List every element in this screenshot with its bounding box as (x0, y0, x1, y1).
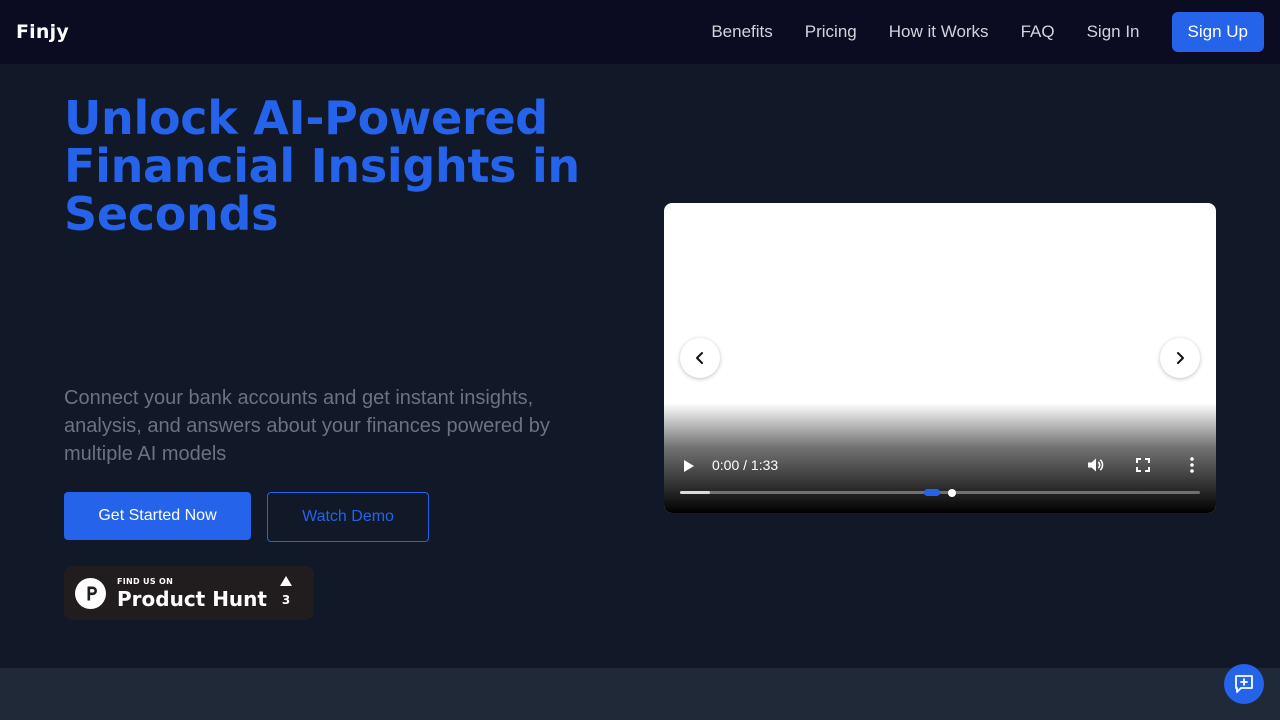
fullscreen-icon[interactable] (1135, 457, 1151, 473)
product-hunt-badge[interactable]: FIND US ON Product Hunt 3 (64, 566, 314, 620)
product-hunt-logo-icon (75, 577, 106, 609)
hero-subtitle: Connect your bank accounts and get insta… (64, 387, 550, 465)
video-progress-bar[interactable] (680, 488, 1200, 497)
navbar: Finjy Benefits Pricing How it Works FAQ … (0, 0, 1280, 64)
product-hunt-text: FIND US ON Product Hunt (117, 577, 267, 610)
nav-link-how-it-works[interactable]: How it Works (889, 22, 989, 42)
chat-add-icon (1235, 675, 1253, 693)
chevron-left-icon (696, 352, 703, 364)
watch-demo-button[interactable]: Watch Demo (267, 492, 429, 542)
video-progress-marker (924, 489, 940, 496)
nav-link-pricing[interactable]: Pricing (805, 22, 857, 42)
more-options-icon[interactable] (1184, 456, 1200, 474)
brand-logo[interactable]: Finjy (16, 21, 69, 43)
nav-link-benefits[interactable]: Benefits (711, 22, 772, 42)
carousel-prev-button[interactable] (680, 338, 720, 378)
video-buffer-fill (680, 491, 711, 494)
nav-link-faq[interactable]: FAQ (1021, 22, 1055, 42)
play-icon[interactable] (680, 458, 696, 474)
upvote-arrow-icon (280, 576, 292, 586)
product-hunt-small-label: FIND US ON (117, 576, 174, 586)
carousel-next-button[interactable] (1160, 338, 1200, 378)
product-hunt-name: Product Hunt (117, 586, 267, 611)
video-time: 0:00 / 1:33 (712, 457, 779, 473)
nav-link-sign-in[interactable]: Sign In (1087, 22, 1140, 42)
chat-button[interactable] (1224, 664, 1264, 704)
volume-icon[interactable] (1086, 456, 1104, 474)
demo-video-player[interactable]: 0:00 / 1:33 (664, 203, 1216, 513)
video-progress-thumb[interactable] (948, 488, 956, 497)
chevron-right-icon (1177, 352, 1184, 364)
nav-links: Benefits Pricing How it Works FAQ Sign I… (711, 12, 1264, 52)
product-hunt-votes: 3 (276, 576, 296, 607)
sign-up-button[interactable]: Sign Up (1171, 12, 1264, 52)
get-started-button[interactable]: Get Started Now (64, 492, 251, 540)
next-section-band (0, 668, 1280, 720)
hero-title: Unlock AI-Powered Financial Insights in … (64, 91, 580, 241)
upvote-count: 3 (281, 593, 291, 607)
